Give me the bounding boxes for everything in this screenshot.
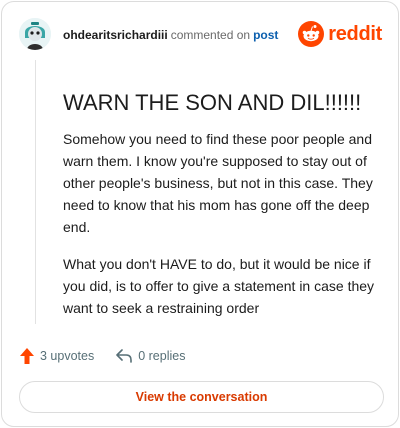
comment-paragraph: What you don't HAVE to do, but it would … <box>63 256 375 316</box>
comment-card: ohdearitsrichardiii commented on post redd… <box>1 1 399 427</box>
avatar-icon[interactable] <box>19 18 51 50</box>
comment-body: Somehow you need to find these poor peop… <box>63 128 385 334</box>
comment-header: ohdearitsrichardiii commented on post redd… <box>19 18 382 52</box>
byline: ohdearitsrichardiii commented on post <box>63 28 278 42</box>
username-link[interactable]: ohdearitsrichardiii <box>63 28 168 42</box>
thread-line <box>35 60 36 324</box>
reddit-logo-icon <box>298 21 325 47</box>
comment-actions: 3 upvotes 0 replies <box>20 347 185 365</box>
reply-count: 0 replies <box>138 349 186 363</box>
reddit-logo[interactable]: reddit <box>298 20 382 48</box>
reply-arrow-icon <box>116 349 133 363</box>
upvote-count: 3 upvotes <box>40 349 95 363</box>
logo-wordmark: reddit <box>328 22 382 45</box>
upvote-arrow-icon <box>20 348 34 364</box>
view-conversation-button[interactable]: View the conversation <box>19 381 384 413</box>
upvote-button[interactable]: 3 upvotes <box>20 348 94 364</box>
comment-paragraph: Somehow you need to find these poor peop… <box>63 131 373 235</box>
comment-title: WARN THE SON AND DIL!!!!!! <box>63 90 362 115</box>
post-link[interactable]: post <box>253 28 278 42</box>
reply-button[interactable]: 0 replies <box>116 349 185 363</box>
commented-on-text: commented on <box>170 28 251 42</box>
